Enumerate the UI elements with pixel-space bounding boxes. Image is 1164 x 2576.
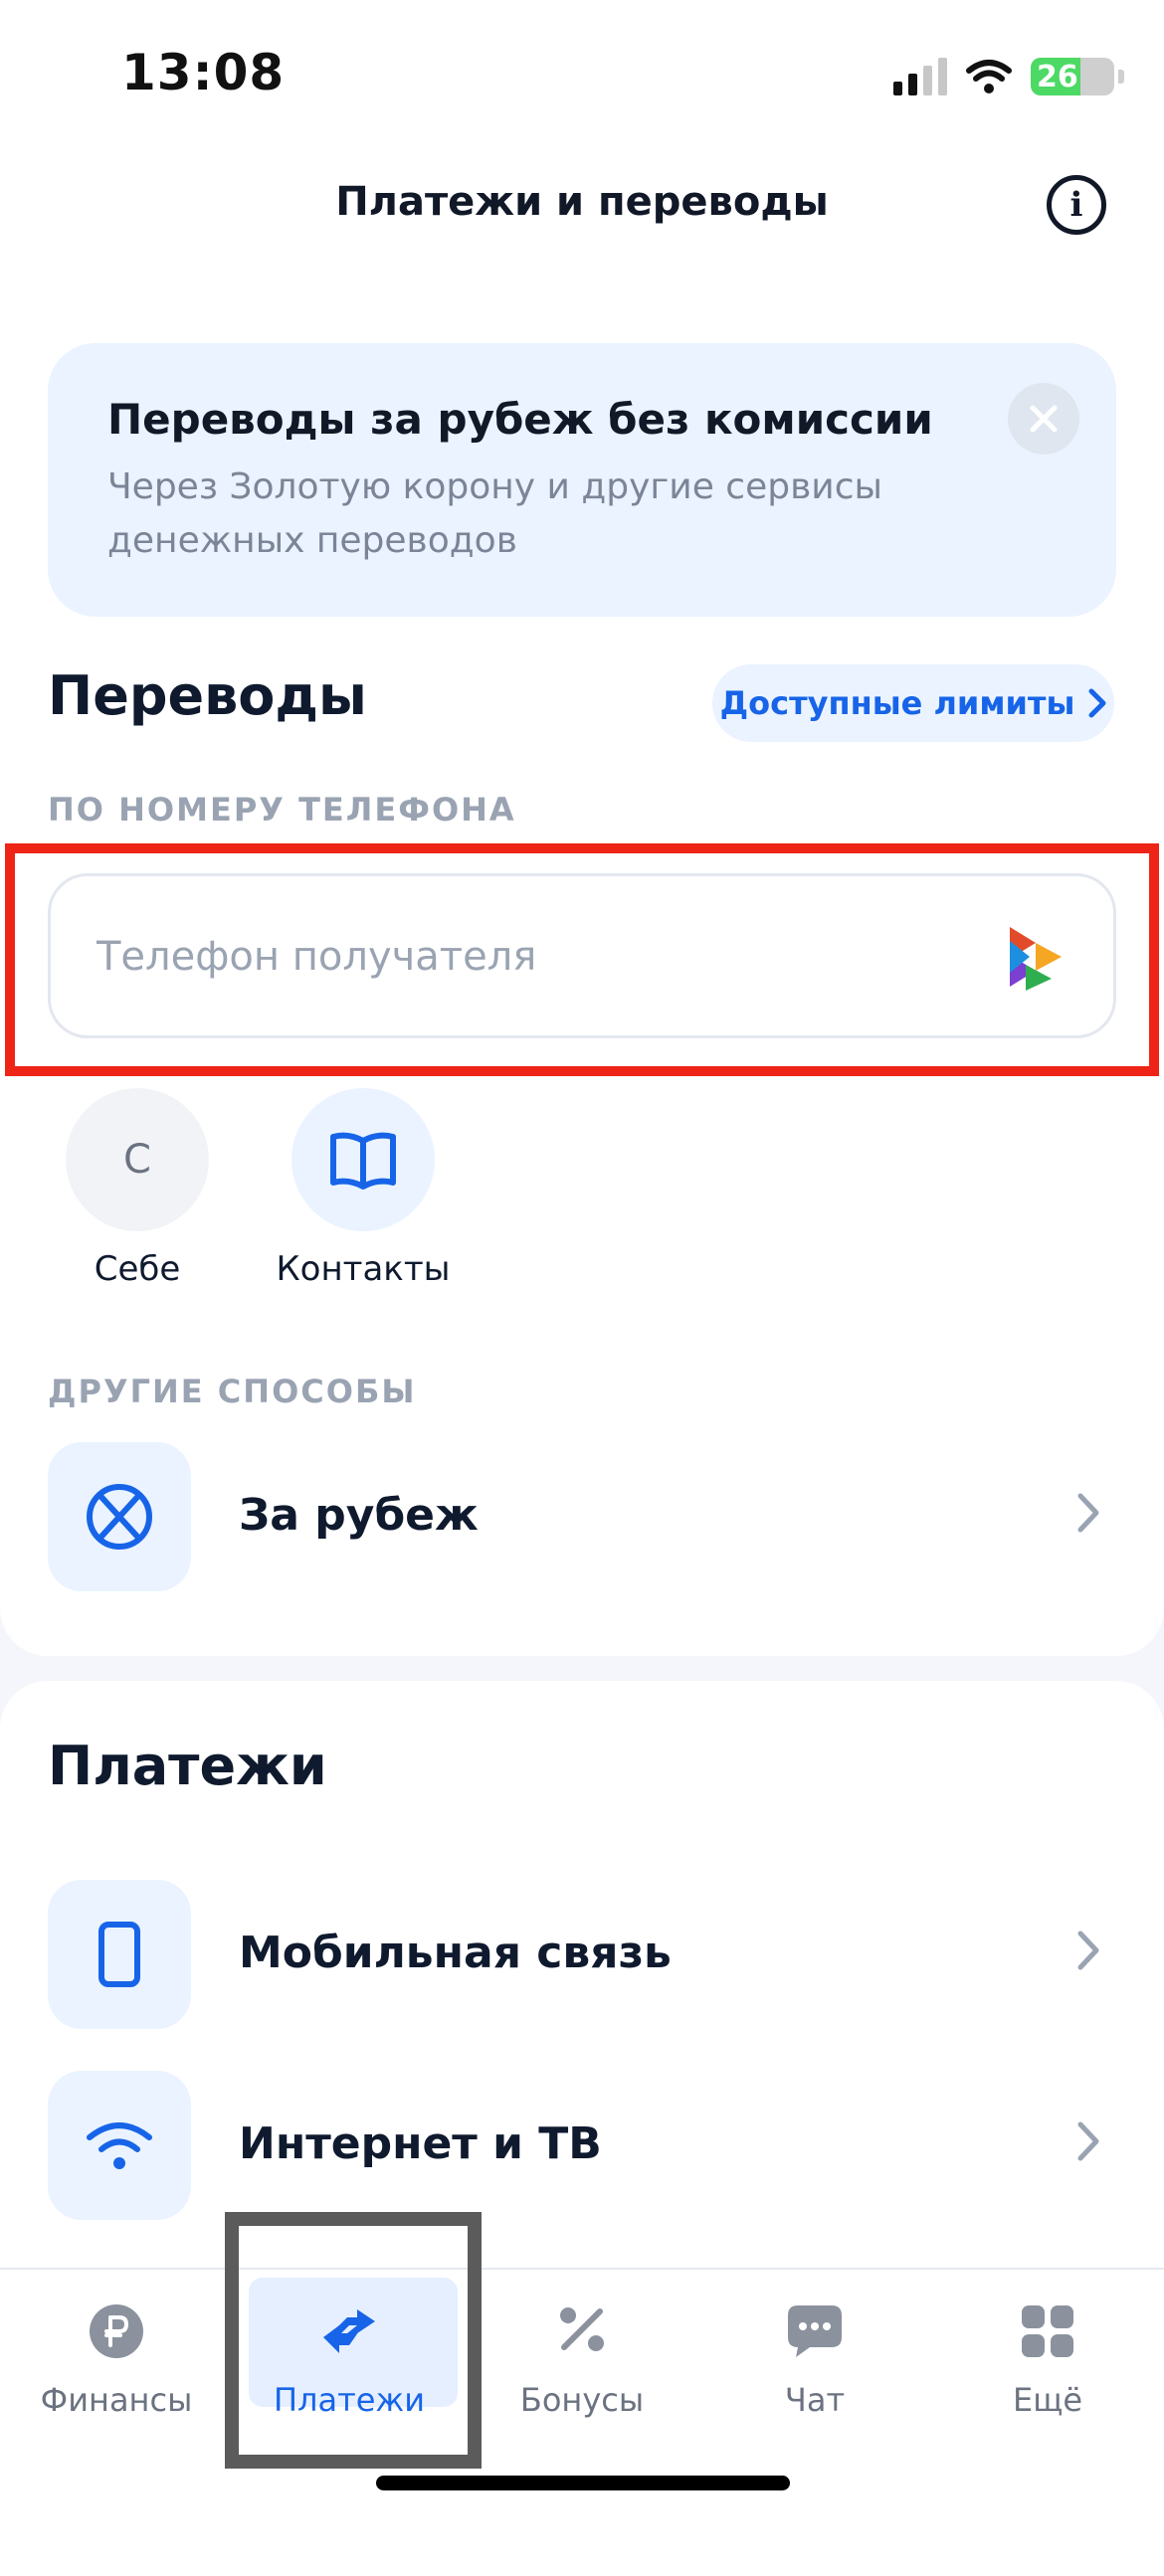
- status-bar: 13:08 26: [0, 0, 1164, 149]
- phone-icon: [98, 1922, 140, 1987]
- home-indicator: [376, 2476, 790, 2490]
- chevron-right-icon: [1077, 1493, 1099, 1533]
- battery-level: 26: [1037, 60, 1078, 94]
- abroad-label: За рубеж: [239, 1490, 479, 1541]
- available-limits-label: Доступные лимиты: [719, 684, 1075, 722]
- grid-icon: [1022, 2305, 1073, 2357]
- chevron-right-icon: [1077, 1931, 1099, 1970]
- payments-title: Платежи: [48, 1735, 327, 1797]
- self-label: Себе: [94, 1249, 181, 1289]
- abroad-row[interactable]: За рубеж: [48, 1442, 1116, 1591]
- tab-more[interactable]: Ещё: [931, 2270, 1164, 2469]
- status-icons: 26: [893, 52, 1124, 101]
- promo-banner[interactable]: Переводы за рубеж без комиссии Через Зол…: [48, 343, 1116, 617]
- available-limits-button[interactable]: Доступные лимиты: [712, 664, 1114, 742]
- tab-more-label: Ещё: [1012, 2381, 1083, 2419]
- wifi-icon: [87, 2122, 152, 2169]
- internet-tv-row[interactable]: Интернет и ТВ: [48, 2071, 1116, 2220]
- contacts-avatar: [291, 1088, 435, 1231]
- tab-finances-label: Финансы: [40, 2381, 193, 2419]
- contacts-label: Контакты: [276, 1249, 451, 1289]
- chat-icon: [788, 2305, 842, 2357]
- mobile-row[interactable]: Мобильная связь: [48, 1880, 1116, 2029]
- tab-highlight-frame: [225, 2212, 482, 2469]
- contacts-button[interactable]: Контакты: [274, 1088, 453, 1289]
- cellular-signal-icon: [893, 58, 947, 95]
- status-time: 13:08: [121, 44, 286, 101]
- tab-bonuses-label: Бонусы: [519, 2381, 645, 2419]
- chevron-right-icon: [1077, 2121, 1099, 2161]
- self-avatar: С: [66, 1088, 209, 1231]
- page-title: Платежи и переводы: [335, 179, 829, 225]
- promo-description: Через Золотую корону и другие сервисы де…: [107, 466, 882, 561]
- mobile-icon-tile: [48, 1880, 191, 2029]
- ruble-icon: [90, 2304, 143, 2358]
- transfers-title: Переводы: [48, 664, 367, 727]
- close-icon: [1030, 405, 1058, 433]
- internet-icon-tile: [48, 2071, 191, 2220]
- chevron-right-icon: [1088, 688, 1106, 718]
- battery-icon: 26: [1031, 58, 1114, 95]
- transfer-to-self-button[interactable]: С Себе: [48, 1088, 227, 1289]
- book-icon: [330, 1132, 396, 1190]
- globe-icon: [87, 1484, 152, 1550]
- tab-bonuses[interactable]: Бонусы: [466, 2270, 698, 2469]
- battery-cap: [1118, 70, 1124, 84]
- percent-icon: [560, 2307, 604, 2351]
- wifi-icon: [966, 60, 1012, 93]
- self-initial: С: [123, 1137, 151, 1183]
- by-phone-label: ПО НОМЕРУ ТЕЛЕФОНА: [48, 791, 516, 828]
- tab-chat-label: Чат: [784, 2381, 846, 2419]
- input-highlight-frame: [5, 843, 1159, 1076]
- promo-title: Переводы за рубеж без комиссии: [107, 395, 933, 444]
- info-button[interactable]: i: [1047, 175, 1106, 235]
- promo-close-button[interactable]: [1008, 383, 1079, 455]
- tab-finances[interactable]: Финансы: [0, 2270, 233, 2469]
- other-methods-label: ДРУГИЕ СПОСОБЫ: [48, 1373, 417, 1410]
- abroad-icon-tile: [48, 1442, 191, 1591]
- info-icon: i: [1069, 185, 1083, 225]
- mobile-label: Мобильная связь: [239, 1928, 672, 1978]
- internet-tv-label: Интернет и ТВ: [239, 2118, 602, 2169]
- tab-chat[interactable]: Чат: [698, 2270, 931, 2469]
